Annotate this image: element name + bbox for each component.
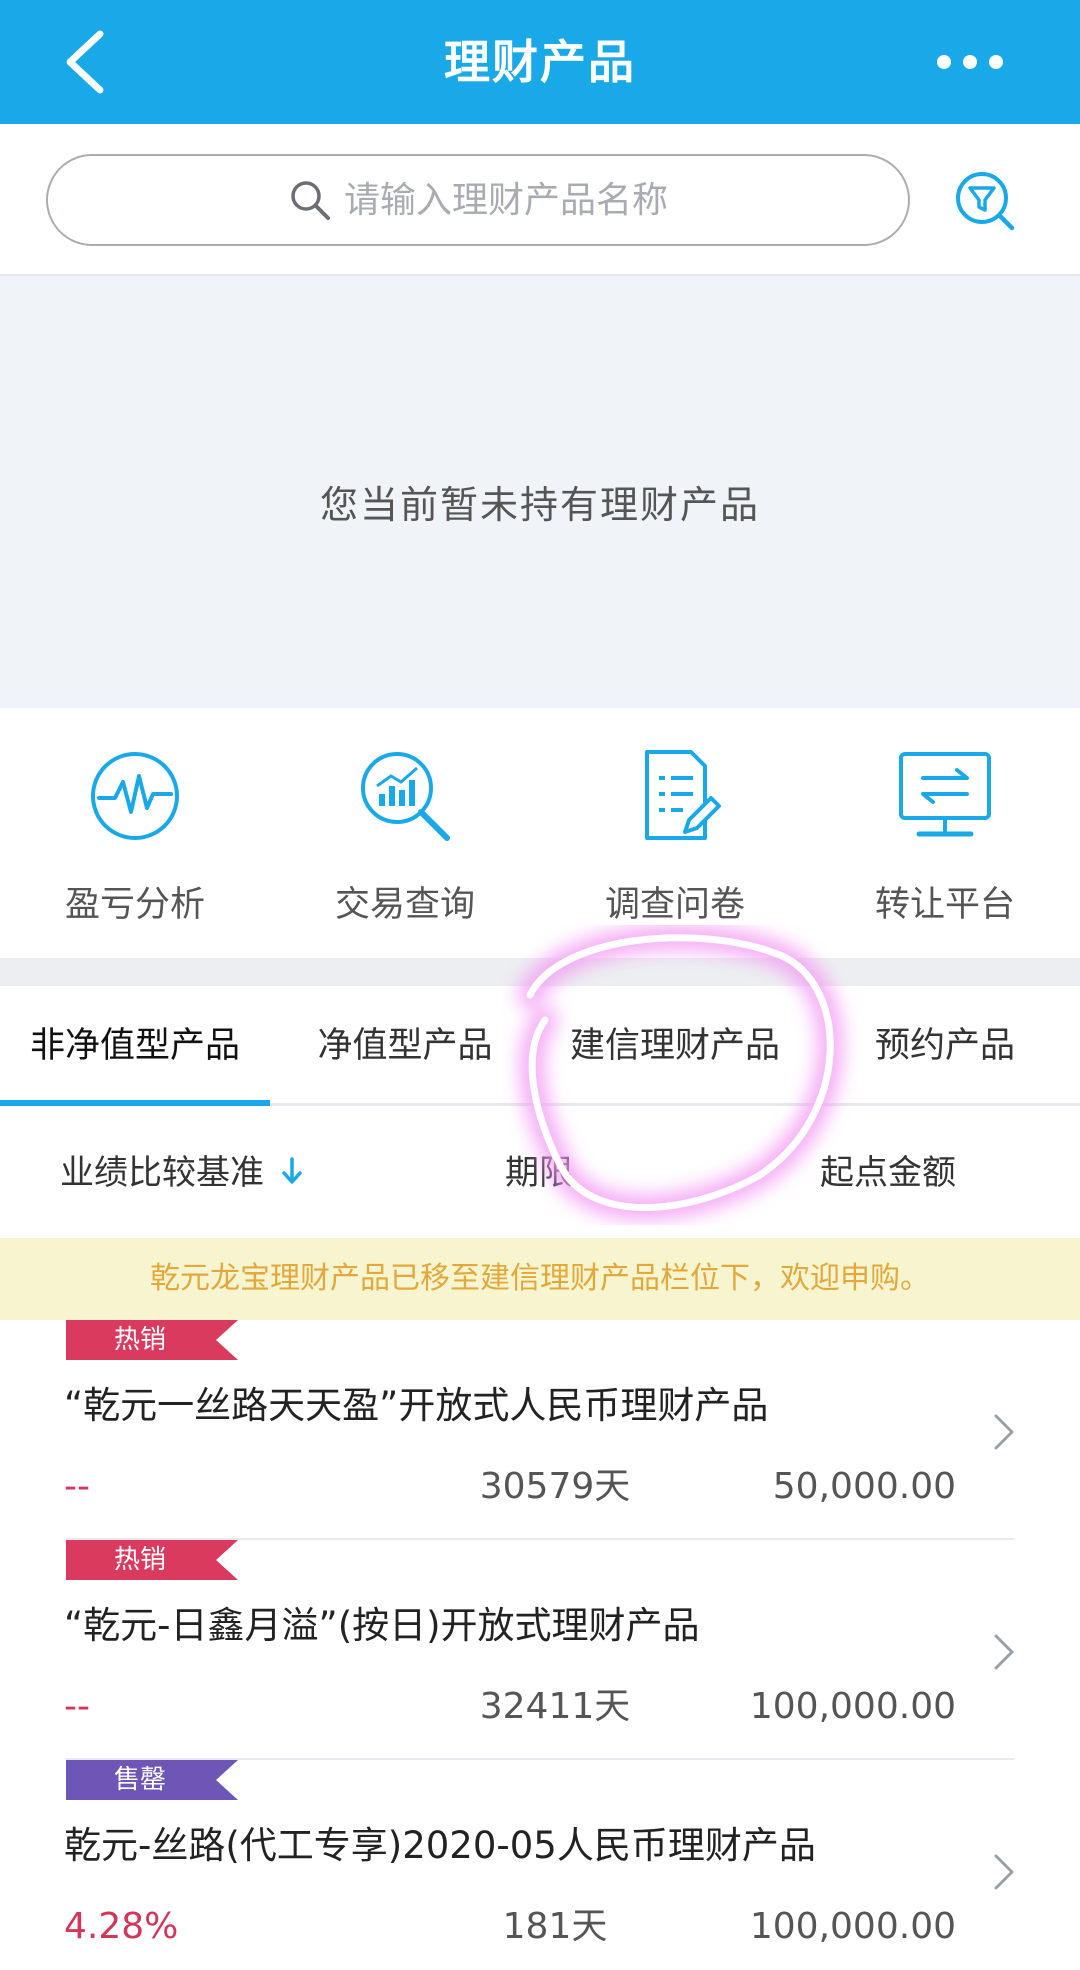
search-box[interactable] [46, 154, 910, 246]
product-name: 乾元-丝路(代工专享)2020-05人民币理财产品 [64, 1824, 816, 1867]
questionnaire-icon [645, 750, 721, 840]
more-button[interactable] [930, 40, 1010, 88]
search-input[interactable] [344, 170, 864, 230]
sort-min-amount[interactable]: 起点金额 [820, 1150, 956, 1196]
page-title: 理财产品 [444, 35, 636, 89]
quick-actions: 盈亏分析 交易查询 调查问卷 转让平台 [0, 708, 1080, 958]
action-label: 盈亏分析 [64, 885, 205, 925]
search-bar [0, 124, 1080, 276]
product-tabs: 非净值型产品 净值型产品 建信理财产品 预约产品 [0, 986, 1080, 1106]
empty-holdings-text: 您当前暂未持有理财产品 [319, 483, 760, 527]
filter-search-icon [956, 172, 1015, 231]
product-rate: -- [64, 1466, 90, 1507]
section-divider [0, 958, 1080, 986]
status-badge: 热销 [66, 1540, 238, 1580]
sort-benchmark-label: 业绩比较基准 [60, 1153, 264, 1193]
product-rate: -- [64, 1686, 90, 1727]
product-name: “乾元一丝路天天盈”开放式人民币理财产品 [64, 1384, 769, 1427]
chevron-right-icon [994, 1854, 1014, 1890]
holdings-empty-area: 您当前暂未持有理财产品 [0, 276, 1080, 708]
arrow-down-icon [282, 1157, 302, 1184]
product-item[interactable]: 售罄 乾元-丝路(代工专享)2020-05人民币理财产品 4.28% 181天 … [0, 1760, 1080, 1970]
chevron-right-icon [994, 1414, 1014, 1450]
chart-magnifier-icon [361, 752, 450, 841]
product-term: 30579天 [479, 1466, 631, 1507]
badge-label: 热销 [113, 1545, 166, 1575]
tab-reservation[interactable]: 预约产品 [810, 986, 1080, 1106]
action-label: 转让平台 [874, 885, 1015, 925]
product-min-amount: 100,000.00 [749, 1906, 956, 1947]
product-item[interactable]: 热销 “乾元一丝路天天盈”开放式人民币理财产品 -- 30579天 50,000… [0, 1320, 1080, 1540]
product-rate: 4.28% [64, 1906, 179, 1947]
action-profit-analysis[interactable]: 盈亏分析 [0, 746, 270, 936]
action-label: 交易查询 [334, 885, 475, 925]
sort-header: 业绩比较基准 期限 起点金额 [0, 1106, 1080, 1238]
product-item[interactable]: 热销 “乾元-日鑫月溢”(按日)开放式理财产品 -- 32411天 100,00… [0, 1540, 1080, 1760]
product-name: “乾元-日鑫月溢”(按日)开放式理财产品 [64, 1604, 700, 1647]
status-badge: 售罄 [66, 1760, 238, 1800]
product-min-amount: 50,000.00 [772, 1466, 956, 1507]
sort-benchmark[interactable]: 业绩比较基准 [60, 1150, 303, 1196]
product-term: 181天 [502, 1906, 608, 1947]
product-term: 32411天 [479, 1686, 631, 1727]
badge-label: 售罄 [113, 1765, 166, 1795]
action-transaction-query[interactable]: 交易查询 [270, 746, 540, 936]
tab-non-net-value[interactable]: 非净值型产品 [0, 986, 270, 1106]
transfer-monitor-icon [899, 752, 991, 837]
tab-net-value[interactable]: 净值型产品 [270, 986, 540, 1106]
action-label: 调查问卷 [604, 885, 745, 925]
action-transfer-platform[interactable]: 转让平台 [810, 746, 1080, 936]
pulse-icon [91, 752, 179, 840]
chevron-right-icon [994, 1634, 1014, 1670]
action-questionnaire[interactable]: 调查问卷 [540, 746, 810, 936]
notice-banner: 乾元龙宝理财产品已移至建信理财产品栏位下，欢迎申购。 [0, 1238, 1080, 1320]
sort-term[interactable]: 期限 [505, 1150, 573, 1196]
badge-label: 热销 [113, 1325, 166, 1355]
filter-button[interactable] [952, 168, 1020, 236]
search-icon [291, 181, 330, 220]
more-dots-icon [937, 55, 1003, 69]
app-header: 理财产品 [0, 0, 1080, 124]
status-badge: 热销 [66, 1320, 238, 1360]
tab-ccb-wealth[interactable]: 建信理财产品 [540, 986, 810, 1106]
product-min-amount: 100,000.00 [749, 1686, 956, 1727]
